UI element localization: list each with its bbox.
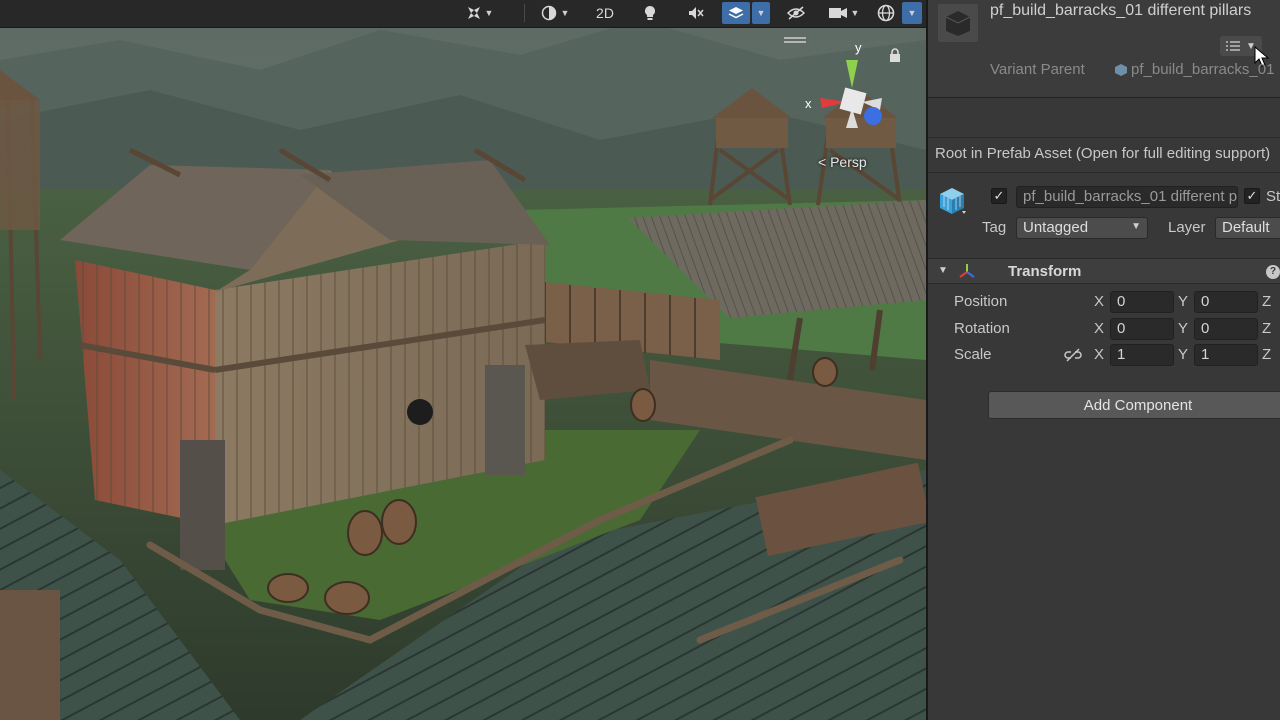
position-y-axis: Y xyxy=(1178,293,1189,310)
chevron-down-icon: ▼ xyxy=(1131,221,1141,232)
chevron-down-icon: ▼ xyxy=(850,8,860,18)
shading-mode-button[interactable]: ▼ xyxy=(532,2,578,24)
transform-axes-icon xyxy=(959,264,975,278)
gameobject-name-field[interactable]: pf_build_barracks_01 different pillars xyxy=(1016,186,1238,208)
foldout-arrow-icon[interactable]: ▼ xyxy=(938,265,948,276)
scale-y-field[interactable]: 1 xyxy=(1194,344,1258,366)
chevron-down-icon: ▼ xyxy=(756,8,766,18)
rotation-label: Rotation xyxy=(954,320,1010,337)
static-checkbox[interactable]: ✓ xyxy=(1244,188,1260,204)
prefab-cube-icon xyxy=(1115,63,1127,76)
position-label: Position xyxy=(954,293,1008,310)
layer-label: Layer xyxy=(1168,219,1206,236)
add-component-button[interactable]: Add Component xyxy=(988,391,1280,419)
prefab-thumbnail xyxy=(938,4,978,42)
scale-z-axis: Z xyxy=(1262,346,1272,363)
audio-toggle-button[interactable] xyxy=(680,2,712,24)
chevron-down-icon: ▼ xyxy=(560,8,570,18)
camera-icon xyxy=(828,8,847,18)
prefab-preview-icon xyxy=(945,11,971,36)
active-checkbox[interactable]: ✓ xyxy=(991,188,1007,204)
prefab-header: pf_build_barracks_01 different pillars ▼… xyxy=(928,0,1280,98)
eye-hidden-icon xyxy=(787,6,805,20)
help-icon[interactable]: ? xyxy=(1266,265,1280,279)
rotation-z-axis: Z xyxy=(1262,320,1272,337)
header-spacer xyxy=(928,98,1280,138)
variant-parent-field[interactable]: pf_build_barracks_01 xyxy=(1114,61,1274,78)
audio-mute-icon xyxy=(689,7,704,19)
scene-toolbar: ▼ ▼ 2D ▼ ▼ ▼ xyxy=(0,0,926,28)
tag-label: Tag xyxy=(982,219,1007,236)
layers-effects-icon xyxy=(728,7,744,19)
chevron-down-icon: ▼ xyxy=(484,8,494,18)
scene-tools-button[interactable]: ▼ xyxy=(458,2,502,24)
chevron-down-icon: ▼ xyxy=(907,8,917,18)
variant-parent-label: Variant Parent xyxy=(990,61,1085,78)
move-tool-icon xyxy=(467,7,480,19)
rotation-x-axis: X xyxy=(1094,320,1105,337)
gameobject-cube-icon xyxy=(940,188,966,214)
camera-settings-button[interactable]: ▼ xyxy=(822,2,866,24)
gizmo-x-label: x xyxy=(805,96,812,111)
prefab-title: pf_build_barracks_01 different pillars xyxy=(990,2,1252,19)
position-y-field[interactable]: 0 xyxy=(1194,291,1258,313)
effects-toggle-button[interactable] xyxy=(722,2,750,24)
position-x-field[interactable]: 0 xyxy=(1110,291,1174,313)
gizmo-y-label: y xyxy=(855,40,862,55)
rotation-y-field[interactable]: 0 xyxy=(1194,318,1258,340)
scale-label: Scale xyxy=(954,346,992,363)
effects-dropdown-button[interactable]: ▼ xyxy=(752,2,770,24)
gizmos-toggle-button[interactable] xyxy=(872,2,900,24)
lock-icon[interactable] xyxy=(889,48,901,62)
variant-parent-value: pf_build_barracks_01 xyxy=(1131,61,1275,78)
constrain-proportions-link-icon[interactable] xyxy=(1064,348,1082,362)
shading-sphere-icon xyxy=(541,5,556,21)
layer-dropdown[interactable]: Default xyxy=(1215,217,1280,239)
projection-label[interactable]: < Persp xyxy=(818,154,867,170)
gizmos-dropdown-button[interactable]: ▼ xyxy=(902,2,922,24)
static-label: St xyxy=(1266,188,1280,205)
rotation-y-axis: Y xyxy=(1178,320,1189,337)
inspector-panel: pf_build_barracks_01 different pillars ▼… xyxy=(926,0,1280,720)
transform-title: Transform xyxy=(1008,263,1082,280)
position-z-axis: Z xyxy=(1262,293,1272,310)
scene-viewport-render[interactable] xyxy=(0,0,926,720)
lighting-toggle-button[interactable] xyxy=(634,2,666,24)
list-menu-icon xyxy=(1226,41,1241,51)
layer-value: Default xyxy=(1222,219,1270,236)
scale-y-axis: Y xyxy=(1178,346,1189,363)
scene-view[interactable]: ▼ ▼ 2D ▼ ▼ ▼ y x < Persp xyxy=(0,0,926,720)
scene-visibility-toggle[interactable] xyxy=(780,2,812,24)
scale-x-field[interactable]: 1 xyxy=(1110,344,1174,366)
light-bulb-icon xyxy=(645,6,655,20)
position-x-axis: X xyxy=(1094,293,1105,310)
root-prefab-message: Root in Prefab Asset (Open for full edit… xyxy=(935,145,1271,162)
transform-component-header[interactable]: ▼ Transform ? xyxy=(928,258,1280,284)
gizmo-globe-icon xyxy=(877,4,895,22)
tag-dropdown[interactable]: Untagged ▼ xyxy=(1016,217,1148,239)
tag-value: Untagged xyxy=(1023,219,1089,236)
toggle-2d-button[interactable]: 2D xyxy=(586,2,624,24)
rotation-x-field[interactable]: 0 xyxy=(1110,318,1174,340)
scale-x-axis: X xyxy=(1094,346,1105,363)
